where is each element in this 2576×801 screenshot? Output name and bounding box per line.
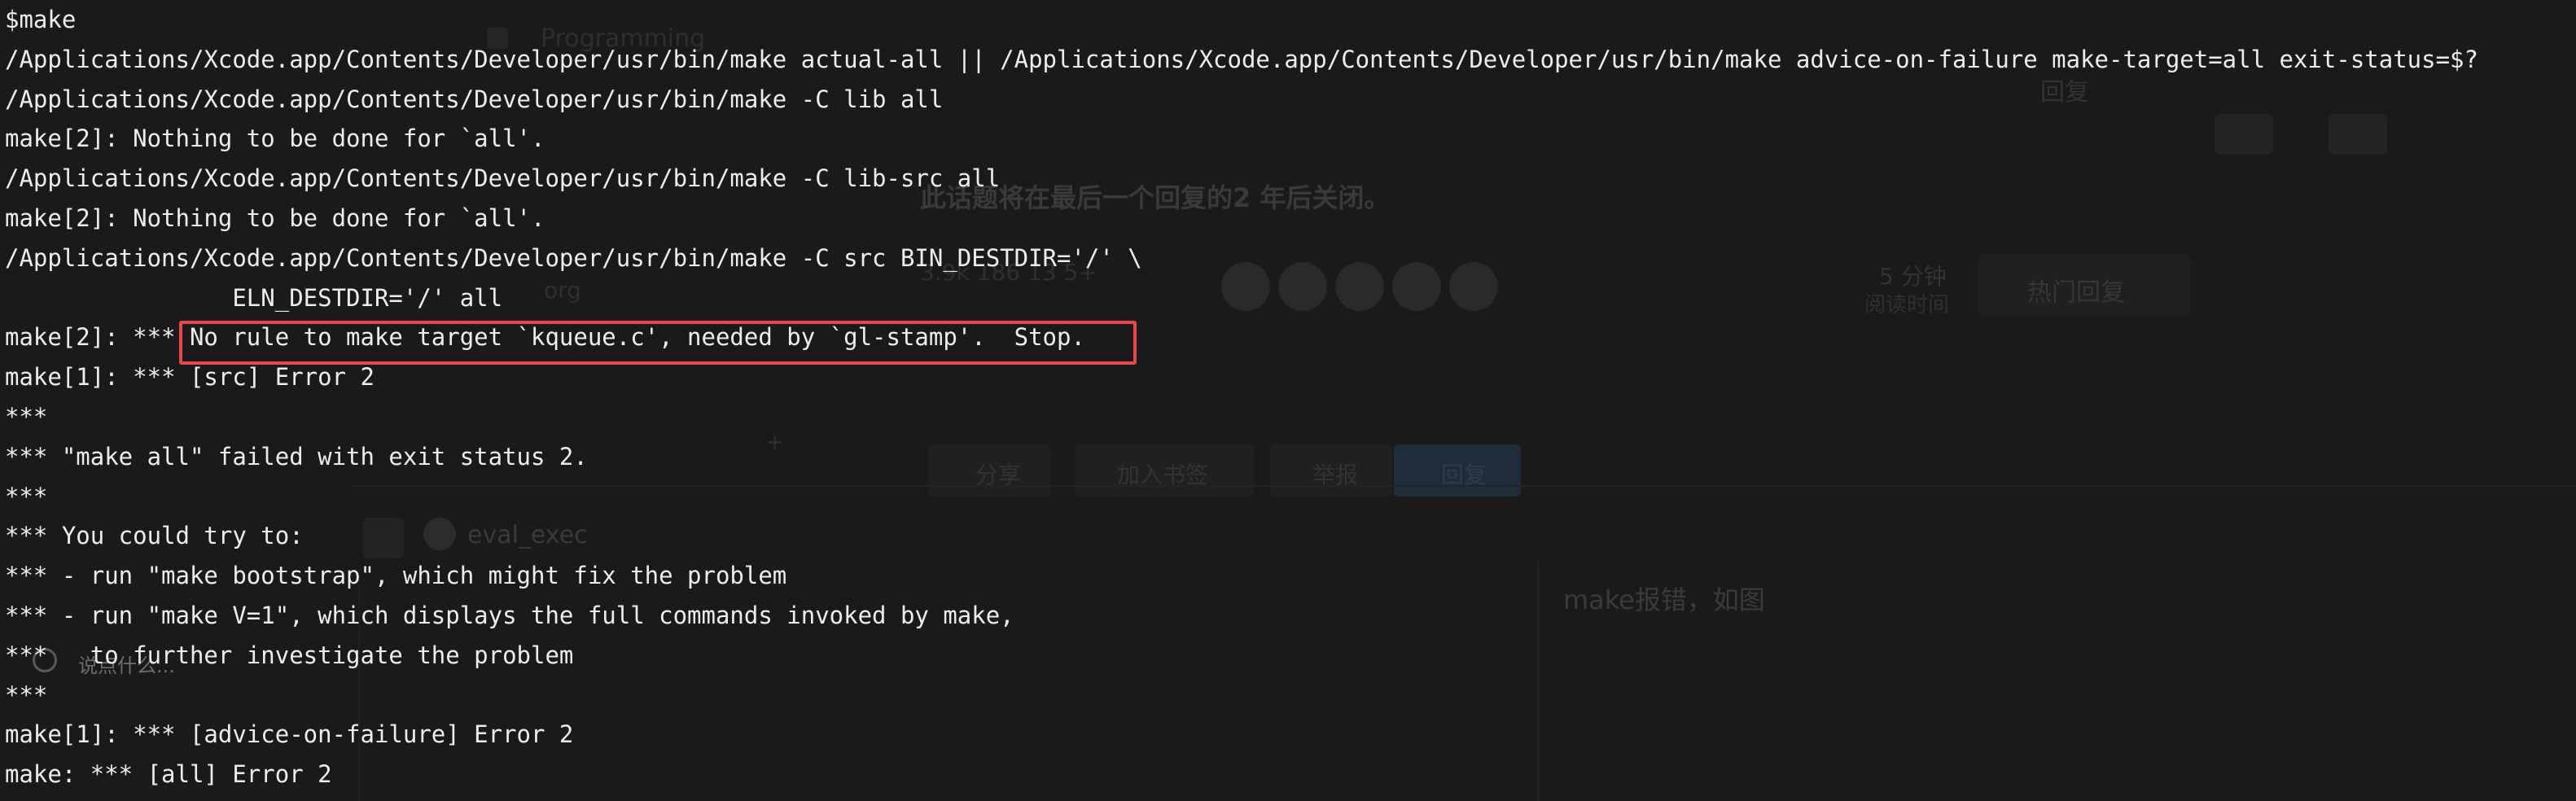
terminal-line: make[1]: *** [advice-on-failure] Error 2 [5,720,574,749]
terminal-line: *** [5,402,48,431]
error-highlight-box [179,321,1137,365]
terminal-line: *** - run "make V=1", which displays the… [5,601,1014,629]
terminal-line: /Applications/Xcode.app/Contents/Develop… [5,243,1142,272]
terminal-line: make[2]: Nothing to be done for `all'. [5,125,545,153]
terminal-line: *** - run "make bootstrap", which might … [5,562,787,590]
screenshot: Programming 回复 此话题将在最后一个回复的2 年后关闭。 3.9k … [0,0,2576,801]
terminal-line: *** You could try to: [5,522,304,550]
terminal-line: /Applications/Xcode.app/Contents/Develop… [5,164,1001,193]
terminal-line: $make [5,6,77,33]
terminal-line: *** to further investigate the problem [5,641,574,669]
terminal-output: $make /Applications/Xcode.app/Contents/D… [5,0,2478,794]
terminal-line: /Applications/Xcode.app/Contents/Develop… [5,45,2478,73]
terminal-line: ELN_DESTDIR='/' all [5,283,503,312]
terminal-line: /Applications/Xcode.app/Contents/Develop… [5,85,944,113]
terminal-line: make[2]: Nothing to be done for `all'. [5,204,545,232]
terminal-line: *** [5,681,48,709]
terminal-line: make: *** [all] Error 2 [5,760,332,789]
terminal-line: *** "make all" failed with exit status 2… [5,442,588,471]
terminal-line: *** [5,482,48,510]
